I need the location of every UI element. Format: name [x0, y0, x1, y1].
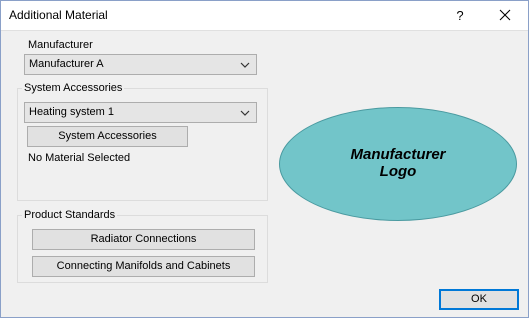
system-accessories-button[interactable]: System Accessories: [27, 126, 188, 147]
material-status-text: No Material Selected: [28, 152, 131, 164]
title-bar: Additional Material ?: [0, 0, 529, 31]
system-accessories-group-label: System Accessories: [22, 82, 125, 94]
manufacturer-dropdown[interactable]: Manufacturer A: [24, 54, 257, 75]
logo-text-line2: Logo: [379, 163, 417, 180]
close-icon: [499, 9, 511, 21]
chevron-down-icon: [240, 110, 250, 116]
logo-text-line1: Manufacturer: [350, 146, 446, 163]
product-standards-group-label: Product Standards: [22, 209, 118, 221]
manufacturer-label: Manufacturer: [28, 39, 93, 51]
manufacturer-logo-text: Manufacturer Logo: [279, 146, 517, 180]
close-button[interactable]: [485, 0, 525, 31]
chevron-down-icon: [240, 62, 250, 68]
connecting-manifolds-button[interactable]: Connecting Manifolds and Cabinets: [32, 256, 255, 277]
help-button[interactable]: ?: [445, 0, 475, 31]
radiator-connections-button[interactable]: Radiator Connections: [32, 229, 255, 250]
system-accessories-dropdown[interactable]: Heating system 1: [24, 102, 257, 123]
system-accessories-selected-value: Heating system 1: [29, 106, 114, 118]
ok-button[interactable]: OK: [439, 289, 519, 310]
manufacturer-selected-value: Manufacturer A: [29, 58, 104, 70]
window-title: Additional Material: [9, 8, 108, 22]
